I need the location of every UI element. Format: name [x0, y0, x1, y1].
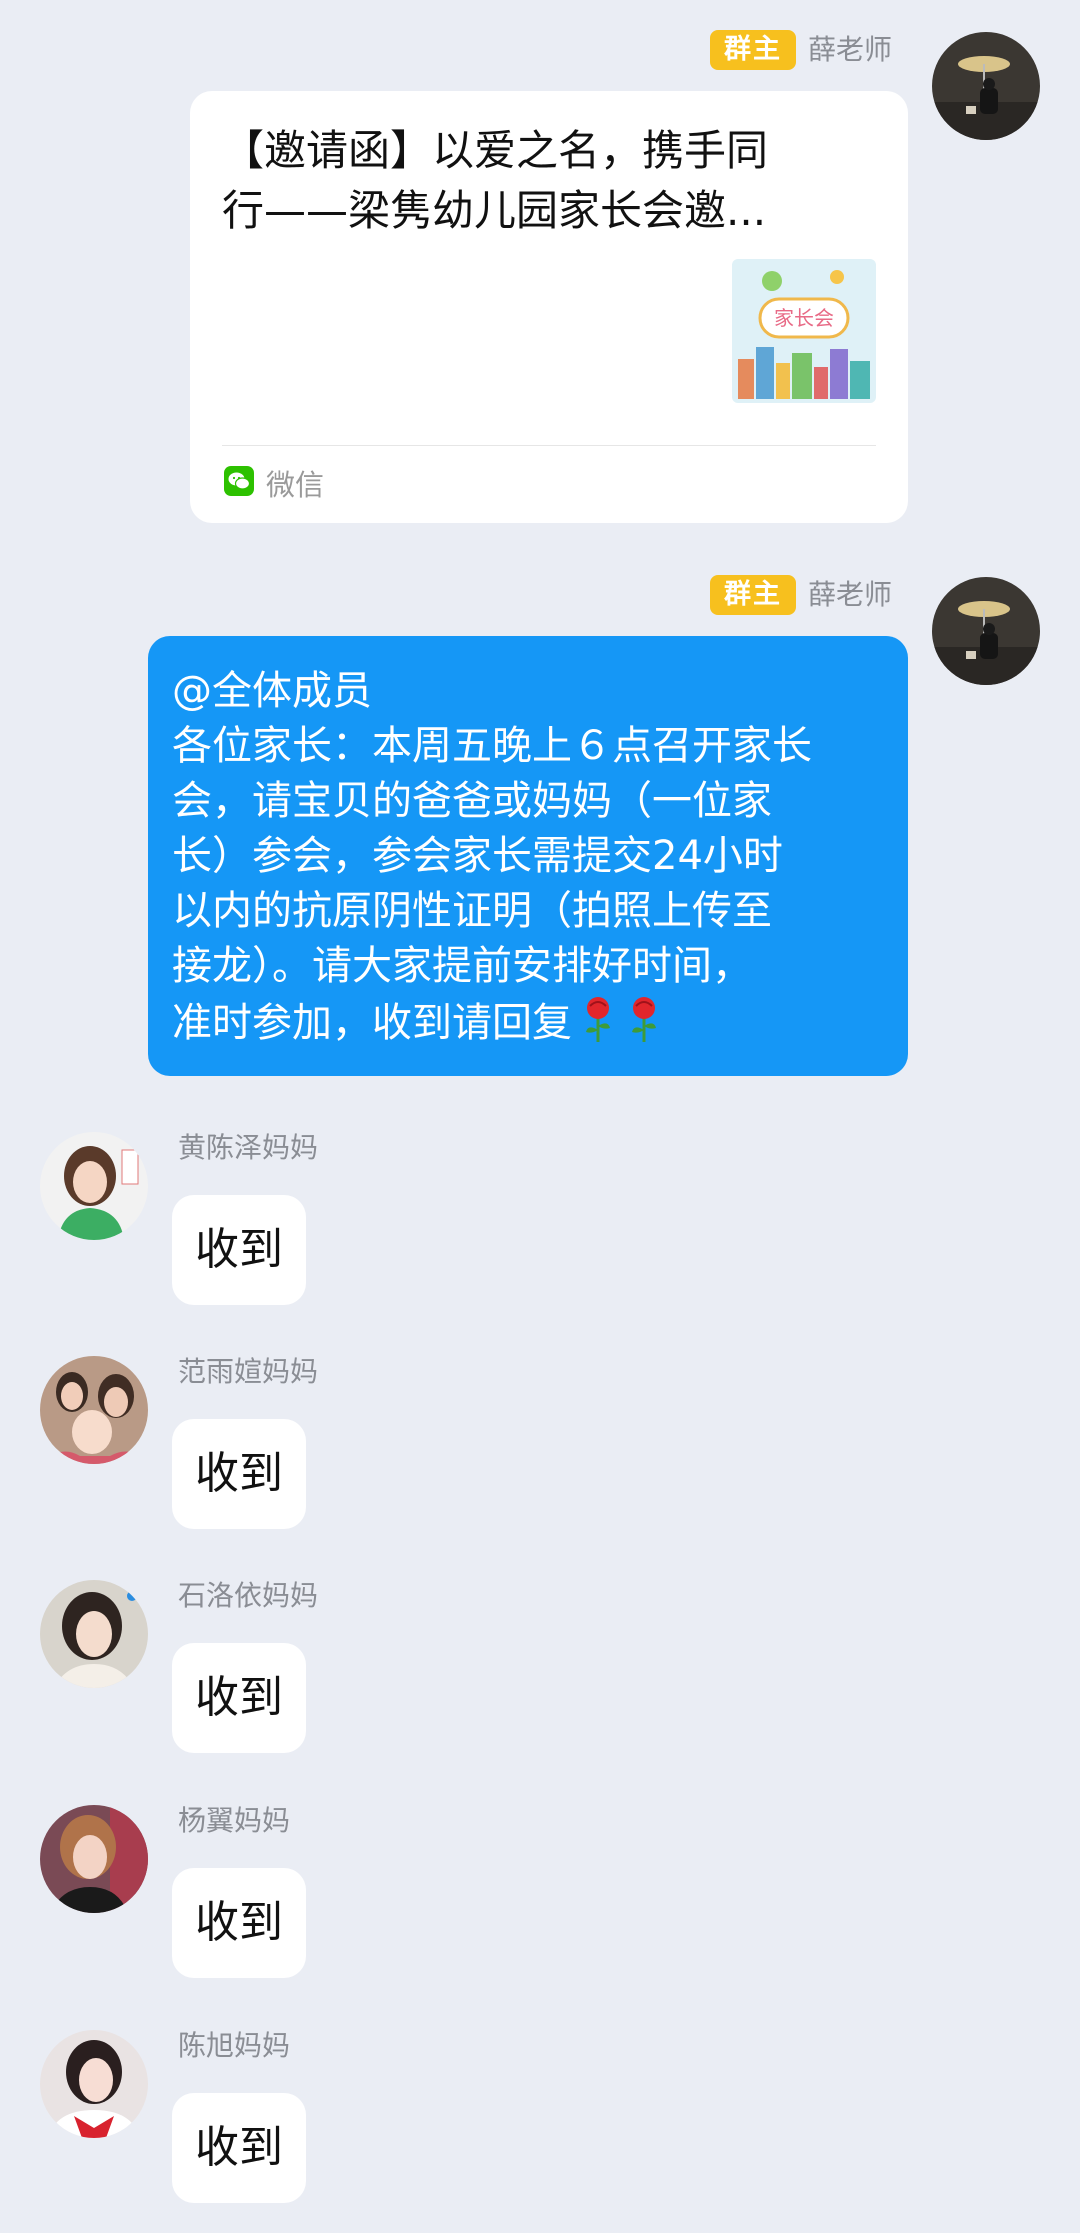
announcement-bubble[interactable]: @全体成员 各位家长：本周五晚上６点召开家长 会，请宝贝的爸爸或妈妈（一位家 长…	[148, 636, 908, 1076]
group-owner-badge: 群主	[710, 575, 796, 615]
member-avatar[interactable]	[40, 1805, 148, 1913]
reply-bubble[interactable]: 收到	[172, 1195, 306, 1305]
sender-name: 薛老师	[808, 578, 893, 611]
reply-bubble[interactable]: 收到	[172, 2093, 306, 2203]
rose-icon	[578, 994, 618, 1059]
message-line-last: 准时参加，收到请回复	[172, 994, 884, 1059]
sender-name: 薛老师	[808, 33, 893, 66]
thumb-text: 家长会	[774, 306, 834, 330]
card-thumbnail: 家长会	[732, 259, 876, 403]
reply-bubble[interactable]: 收到	[172, 1419, 306, 1529]
card-title: 【邀请函】以爱之名，携手同 行——梁隽幼儿园家长会邀...	[222, 121, 862, 241]
member-avatar[interactable]	[40, 2030, 148, 2138]
group-owner-badge: 群主	[710, 30, 796, 70]
message-line: 接龙）。请大家提前安排好时间，	[172, 943, 752, 989]
reply-bubble[interactable]: 收到	[172, 1643, 306, 1753]
message-line: 各位家长：本周五晚上６点召开家长	[172, 723, 812, 769]
card-source: 微信	[224, 463, 324, 503]
sender-name: 陈旭妈妈	[178, 2029, 291, 2062]
sender-name: 黄陈泽妈妈	[178, 1131, 319, 1164]
member-avatar[interactable]	[40, 1132, 148, 1240]
card-title-line: 【邀请函】以爱之名，携手同	[222, 126, 769, 175]
teacher-avatar[interactable]	[932, 577, 1040, 685]
message-line: @全体成员	[172, 668, 372, 714]
shared-link-card[interactable]: 【邀请函】以爱之名，携手同 行——梁隽幼儿园家长会邀... 家长会 微信	[190, 91, 908, 523]
teacher-avatar[interactable]	[932, 32, 1040, 140]
sender-name: 石洛依妈妈	[178, 1579, 319, 1612]
message-line: 会，请宝贝的爸爸或妈妈（一位家	[172, 778, 772, 824]
member-avatar[interactable]	[40, 1356, 148, 1464]
message-line-text: 准时参加，收到请回复	[172, 1000, 572, 1046]
card-source-label: 微信	[266, 468, 325, 502]
sender-name: 范雨媗妈妈	[178, 1355, 319, 1388]
card-divider	[222, 445, 876, 446]
wechat-icon	[224, 466, 254, 500]
member-avatar[interactable]	[40, 1580, 148, 1688]
card-title-line: 行——梁隽幼儿园家长会邀...	[222, 186, 767, 235]
reply-bubble[interactable]: 收到	[172, 1868, 306, 1978]
rose-icon	[624, 994, 664, 1059]
sender-name: 杨翼妈妈	[178, 1804, 291, 1837]
message-line: 以内的抗原阴性证明（拍照上传至	[172, 888, 772, 934]
message-line: 长）参会，参会家长需提交24小时	[172, 833, 783, 879]
